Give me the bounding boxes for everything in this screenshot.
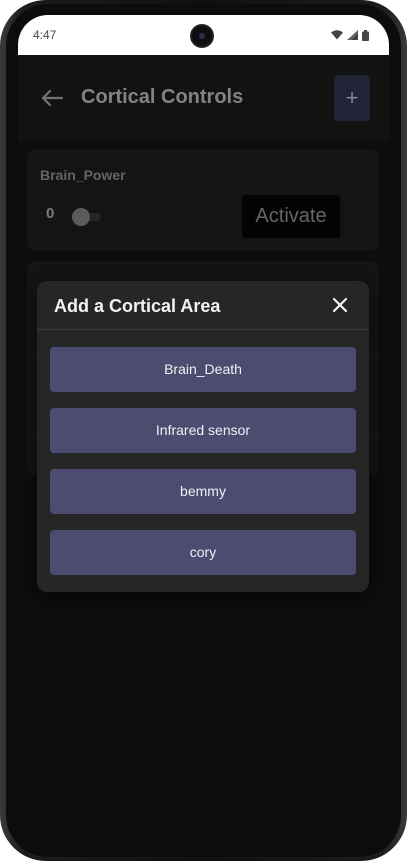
close-icon[interactable] bbox=[331, 296, 349, 314]
cortical-area-option[interactable]: cory bbox=[50, 530, 356, 575]
status-time: 4:47 bbox=[33, 28, 57, 42]
dialog-divider bbox=[37, 329, 369, 330]
signal-icon bbox=[347, 30, 358, 40]
dialog-title: Add a Cortical Area bbox=[54, 296, 221, 316]
status-icons bbox=[331, 29, 369, 41]
status-bar: 4:47 bbox=[18, 15, 389, 55]
battery-icon bbox=[362, 29, 369, 41]
screen: 4:47 Cortical Controls + Brain_Power 0 A… bbox=[18, 15, 389, 837]
cortical-area-option[interactable]: Infrared sensor bbox=[50, 408, 356, 453]
cortical-area-option[interactable]: Brain_Death bbox=[50, 347, 356, 392]
cortical-area-option[interactable]: bemmy bbox=[50, 469, 356, 514]
add-cortical-area-dialog: Add a Cortical Area Brain_Death Infrared… bbox=[37, 281, 369, 592]
front-camera bbox=[192, 26, 212, 46]
wifi-icon bbox=[331, 30, 343, 40]
